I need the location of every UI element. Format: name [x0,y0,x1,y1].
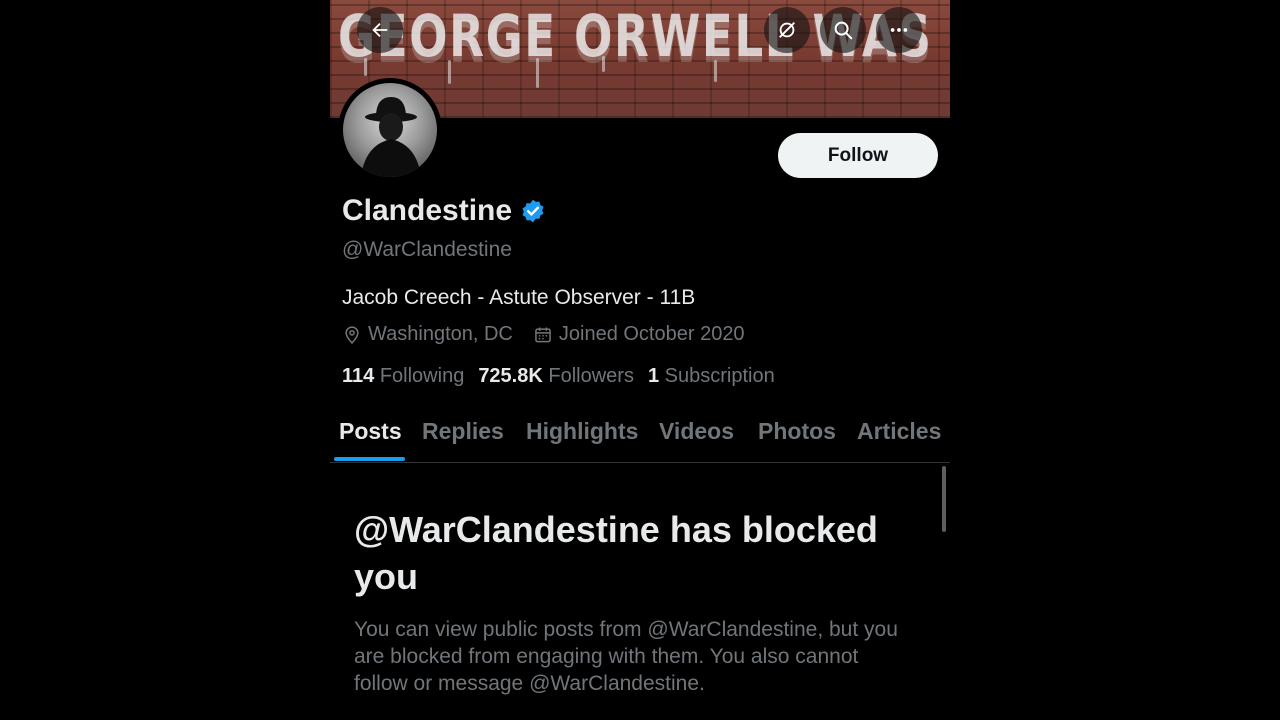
tab-videos[interactable]: Videos [659,408,734,445]
follow-button[interactable]: Follow [778,133,938,178]
more-horizontal-icon [890,28,908,32]
paint-drip [448,60,451,84]
profile-name-row: Clandestine [342,194,546,228]
profile-meta: Washington, DC Joined October 2020 [342,323,765,346]
location-pin-icon [345,325,359,344]
profile-name: Clandestine [342,194,513,227]
tab-highlights[interactable]: Highlights [526,408,638,445]
calendar-icon [535,327,551,342]
tab-photos[interactable]: Photos [758,408,836,445]
paint-drip [364,58,367,76]
profile-screen: GEORGE ORWELL WAS RIGHT Follow Clandesti… [330,0,950,720]
active-tab-indicator [334,457,405,461]
more-button[interactable] [876,7,922,53]
subscription-link[interactable]: 1 Subscription [648,365,775,388]
followers-label: Followers [548,365,634,387]
search-icon [834,21,853,40]
eye-slash-icon [779,22,795,38]
joined-item: Joined October 2020 [533,323,745,346]
avatar[interactable] [338,78,442,182]
avatar-silhouette-icon [361,97,421,177]
blocked-title: @WarClandestine has blocked you [354,509,878,597]
paint-drip [602,56,605,72]
paint-drip [536,58,539,88]
location-text: Washington, DC [368,323,513,345]
subscription-count: 1 [647,365,660,387]
tab-posts[interactable]: Posts [339,408,402,445]
following-link[interactable]: 114 Following [342,365,464,388]
tab-articles[interactable]: Articles [857,408,941,445]
subscription-label: Subscription [664,365,775,387]
back-button[interactable] [357,7,403,53]
profile-bio: Jacob Creech - Astute Observer - 11B [342,286,696,309]
search-button[interactable] [820,7,866,53]
joined-text: Joined October 2020 [558,323,745,345]
location-item: Washington, DC [342,323,513,346]
paint-drip [714,60,717,82]
scrollbar[interactable] [942,466,946,532]
unmute-button[interactable] [764,7,810,53]
arrow-left-icon [372,22,388,38]
profile-tabs: Posts Replies Highlights Videos Photos A… [330,408,950,463]
followers-link[interactable]: 725.8K Followers [478,365,634,388]
avatar-image [343,83,437,177]
following-label: Following [379,365,465,387]
blocked-message: You can view public posts from @WarCland… [354,618,898,695]
followers-count: 725.8K [478,365,543,387]
profile-stats: 114 Following 725.8K Followers 1 Subscri… [342,365,789,388]
following-count: 114 [342,365,375,387]
verified-badge-icon[interactable] [520,198,546,224]
profile-handle: @WarClandestine [342,238,512,261]
tab-replies[interactable]: Replies [422,408,504,445]
